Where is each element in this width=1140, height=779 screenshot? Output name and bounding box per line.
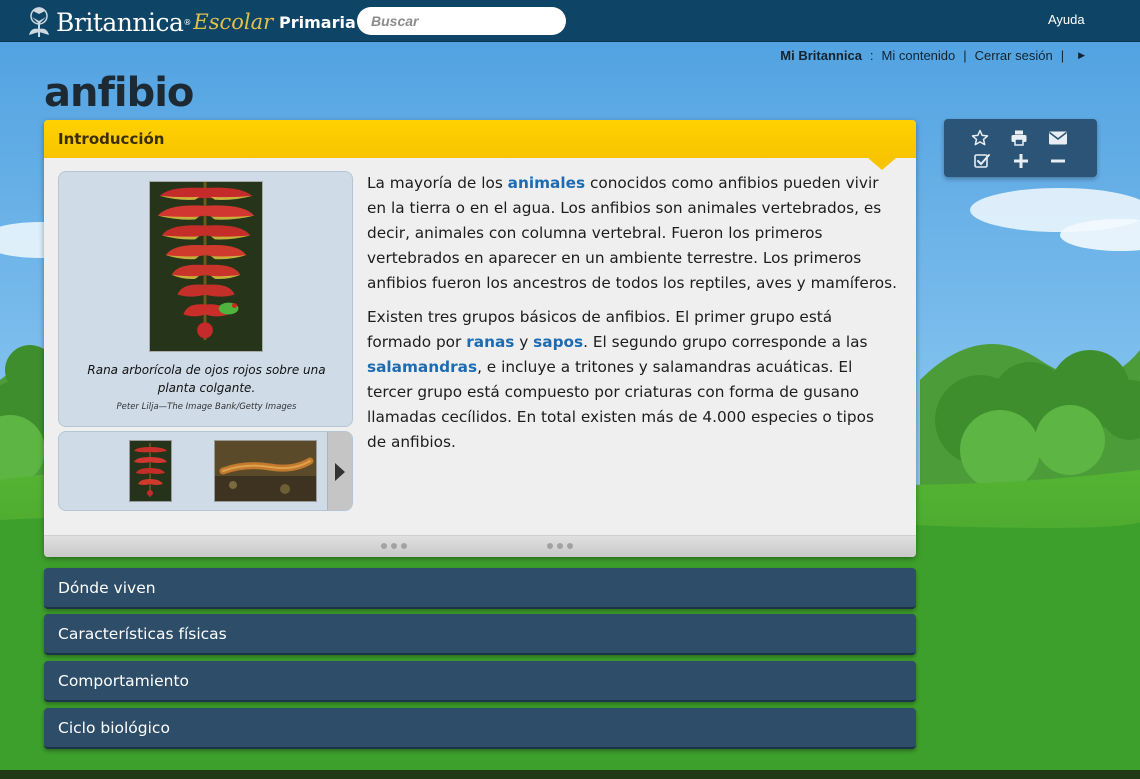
divider: | [1060, 48, 1065, 63]
thumbnail-heliconia[interactable] [129, 440, 172, 502]
top-bar: Britannica® Escolar Primaria Ayuda [0, 0, 1140, 42]
level-label[interactable]: Primaria [279, 13, 356, 32]
paragraph-2: Existen tres grupos básicos de anfibios.… [367, 305, 897, 455]
search-input[interactable] [371, 13, 568, 29]
resize-handle-right[interactable] [547, 543, 573, 549]
thumbnail-heliconia-image [130, 441, 171, 501]
divider: | [963, 48, 967, 63]
section-caracteristicas-fisicas[interactable]: Características físicas [44, 614, 916, 655]
search-box [357, 7, 568, 35]
image-caption: Rana arborícola de ojos rojos sobre una … [87, 363, 326, 395]
my-britannica-label: Mi Britannica [780, 48, 862, 63]
section-comportamiento[interactable]: Comportamiento [44, 661, 916, 702]
thumbnail-next-button[interactable] [327, 432, 352, 510]
resize-handle-left[interactable] [381, 543, 407, 549]
brand-name: Britannica [56, 7, 184, 37]
notch-decoration [868, 158, 896, 170]
section-label: Comportamiento [58, 671, 190, 690]
article-card: Introducción Rana arborícola de ojos roj… [44, 120, 916, 557]
section-donde-viven[interactable]: Dónde viven [44, 568, 916, 609]
registered-mark-icon: ® [183, 17, 192, 27]
help-link[interactable]: Ayuda [1048, 12, 1085, 27]
link-ranas[interactable]: ranas [466, 333, 514, 351]
colon-separator: : [869, 48, 874, 63]
zoom-in-icon[interactable] [1010, 150, 1032, 172]
para1-text-a: La mayoría de los [367, 174, 508, 192]
my-content-link[interactable]: Mi contenido [882, 48, 956, 63]
link-animales[interactable]: animales [508, 174, 585, 192]
email-icon[interactable] [1047, 127, 1069, 149]
thumbnail-strip [58, 431, 353, 511]
link-sapos[interactable]: sapos [533, 333, 583, 351]
thumbnail-salamander[interactable] [214, 440, 317, 502]
britannica-logo[interactable]: Britannica ® Escolar [26, 4, 273, 40]
print-icon[interactable] [1008, 127, 1030, 149]
zoom-out-icon[interactable] [1047, 150, 1069, 172]
page-title: anfibio [44, 70, 194, 116]
card-footer [44, 535, 916, 557]
tools-panel [944, 119, 1097, 177]
logout-link[interactable]: Cerrar sesión [975, 48, 1053, 63]
paragraph-1: La mayoría de los animales conocidos com… [367, 171, 897, 296]
main-image-panel: Rana arborícola de ojos rojos sobre una … [58, 171, 353, 427]
link-salamandras[interactable]: salamandras [367, 358, 477, 376]
arrow-right-icon [335, 463, 345, 481]
heliconia-frog-image[interactable] [149, 181, 263, 352]
image-credit: Peter Lilja—The Image Bank/Getty Images [116, 402, 297, 412]
section-label: Características físicas [58, 624, 227, 643]
para2-text-b: y [514, 333, 534, 351]
star-icon[interactable] [969, 127, 991, 149]
section-ciclo-biologico[interactable]: Ciclo biológico [44, 708, 916, 749]
checklist-icon[interactable] [971, 150, 993, 172]
section-label: Dónde viven [58, 578, 156, 597]
section-header-intro[interactable]: Introducción [44, 120, 916, 170]
thistle-logo-icon [29, 7, 49, 37]
section-label: Ciclo biológico [58, 718, 170, 737]
user-links: Mi Britannica : Mi contenido | Cerrar se… [780, 48, 1085, 63]
section-header-label: Introducción [58, 130, 165, 148]
brand-subtitle: Escolar [193, 10, 274, 34]
article-text: La mayoría de los animales conocidos com… [367, 171, 897, 464]
thumbnail-salamander-image [215, 441, 316, 501]
para2-text-c: . El segundo grupo corresponde a las [583, 333, 868, 351]
caret-right-icon[interactable]: ▶ [1078, 50, 1085, 61]
